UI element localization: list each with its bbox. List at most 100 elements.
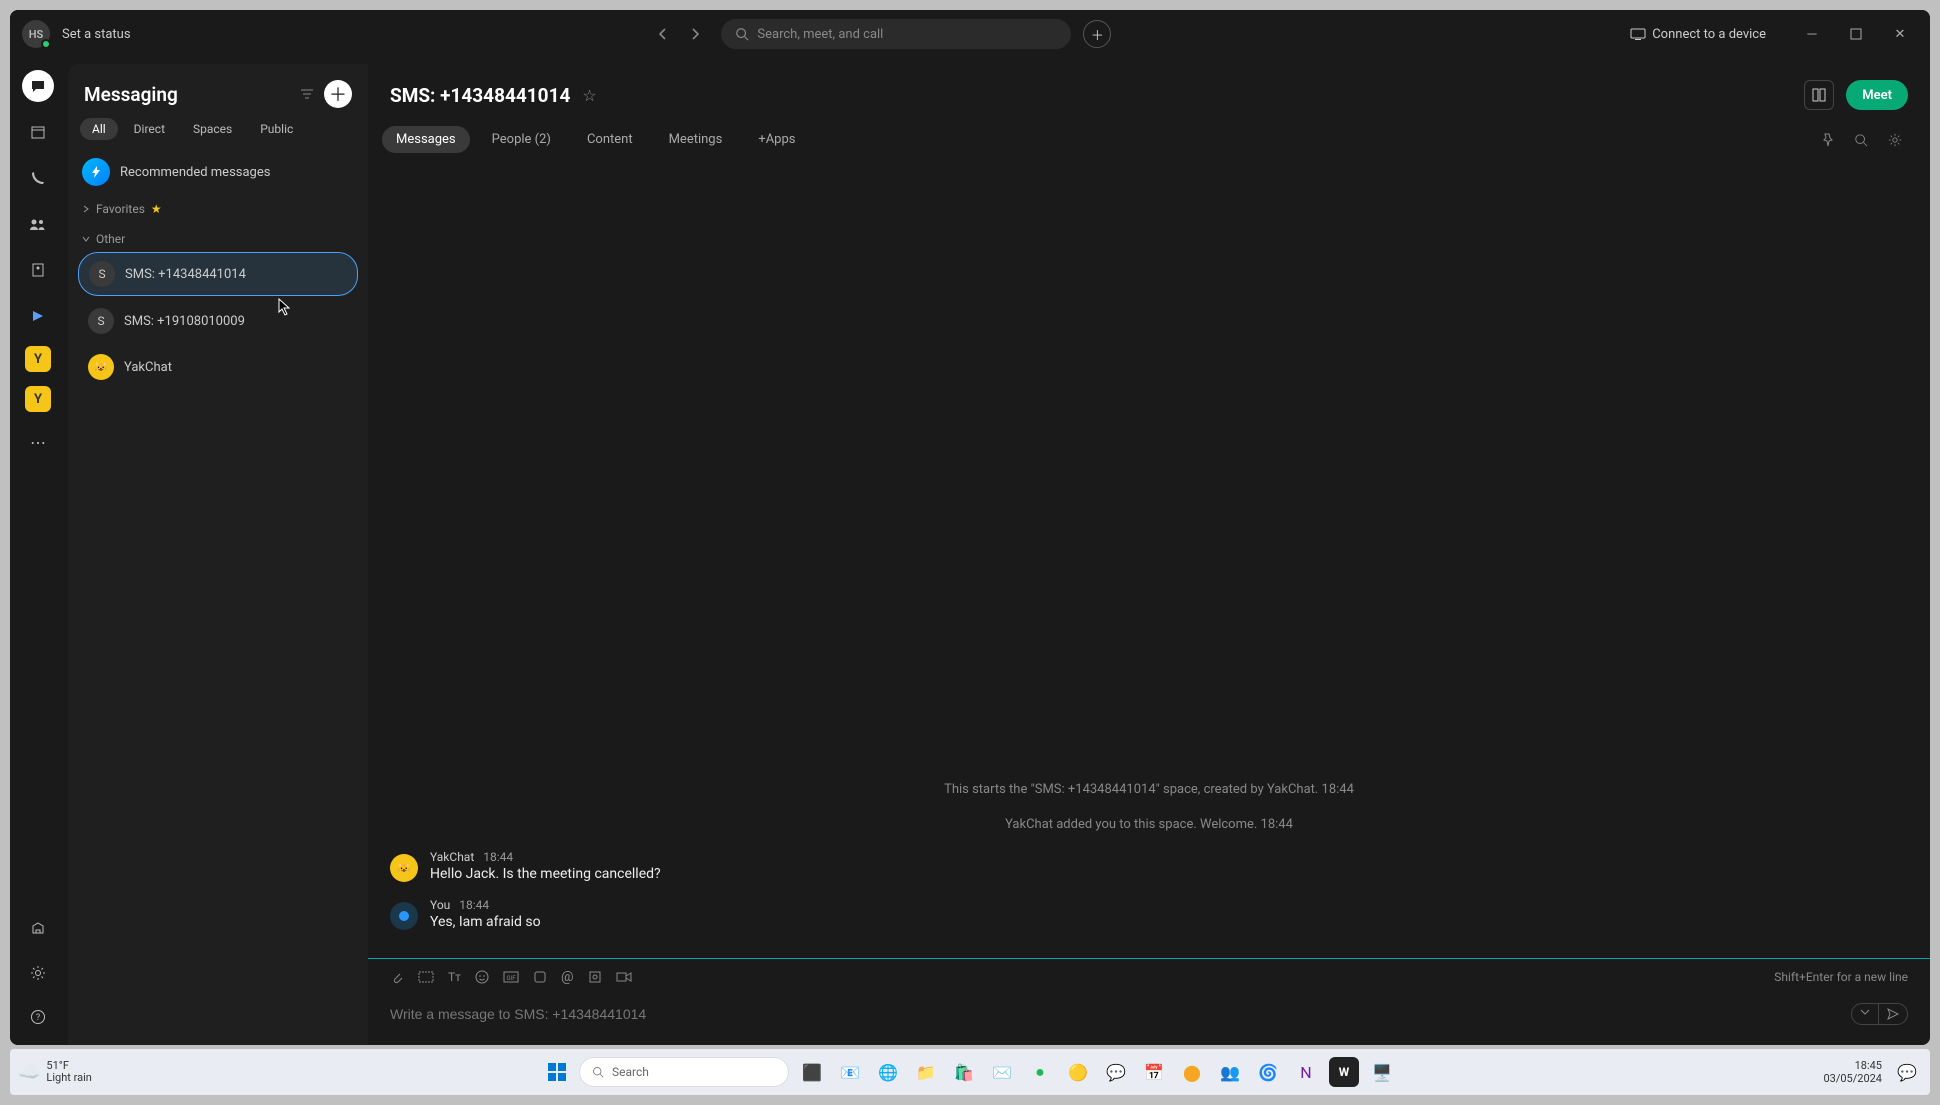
tab-meetings[interactable]: Meetings [655, 126, 737, 153]
filter-button[interactable] [300, 88, 314, 100]
personal-room-icon[interactable] [588, 970, 602, 984]
taskbar-calendar-icon[interactable]: 📅 [1139, 1057, 1169, 1087]
send-button[interactable] [1878, 1004, 1907, 1024]
sidebar-tab-spaces[interactable]: Spaces [181, 118, 244, 140]
search-icon [735, 27, 749, 41]
space-settings-icon[interactable] [1882, 129, 1908, 151]
user-avatar[interactable]: HS [22, 20, 50, 48]
set-status-link[interactable]: Set a status [62, 27, 131, 42]
taskbar-clock[interactable]: 18:45 03/05/2024 [1823, 1059, 1882, 1085]
section-other[interactable]: Other [68, 222, 368, 252]
new-message-button[interactable]: ＋ [324, 80, 352, 108]
rail-more-icon[interactable]: ⋯ [22, 426, 54, 458]
meet-button[interactable]: Meet [1846, 80, 1908, 110]
video-icon[interactable] [616, 971, 632, 983]
taskbar-outlook-icon[interactable]: 📧 [835, 1057, 865, 1087]
taskbar-whatsapp-icon[interactable]: 💬 [1101, 1057, 1131, 1087]
tab-people[interactable]: People (2) [478, 126, 565, 153]
conversation-avatar: S [88, 308, 114, 334]
gif-icon[interactable]: GIF [503, 971, 519, 983]
windows-logo-icon [548, 1063, 566, 1081]
pin-icon[interactable] [1814, 129, 1840, 151]
message-sender: YakChat [430, 850, 474, 864]
taskbar-monitor-icon[interactable]: 🖥️ [1367, 1057, 1397, 1087]
sidebar-tab-public[interactable]: Public [248, 118, 305, 140]
minimize-button[interactable]: ─ [1794, 20, 1830, 48]
mention-icon[interactable]: @ [561, 969, 574, 985]
rail-yakchat-app-icon[interactable]: Y [25, 346, 51, 372]
global-search-input[interactable]: Search, meet, and call [721, 19, 1071, 49]
avatar-initials: HS [29, 28, 44, 41]
rail-settings-icon[interactable] [22, 957, 54, 989]
conversation-item[interactable]: S SMS: +14348441014 [78, 252, 358, 296]
rail-vidcast-icon[interactable] [22, 300, 54, 332]
clock-time: 18:45 [1823, 1059, 1882, 1072]
taskbar-spotify-icon[interactable]: ● [1025, 1057, 1055, 1087]
new-action-button[interactable]: ＋ [1083, 20, 1111, 48]
window-controls: ─ ✕ [1794, 20, 1918, 48]
sidebar-tab-direct[interactable]: Direct [122, 118, 177, 140]
taskbar-chrome-icon[interactable]: 🟡 [1063, 1057, 1093, 1087]
conversation-item[interactable]: 😺 YakChat [78, 346, 358, 388]
composer: Tт GIF @ Shift+Enter for a new line [368, 958, 1930, 1045]
attach-icon[interactable] [390, 970, 404, 984]
connect-device-button[interactable]: Connect to a device [1630, 27, 1766, 42]
taskbar-teams-icon[interactable]: 👥 [1215, 1057, 1245, 1087]
message-text: Hello Jack. Is the meeting cancelled? [430, 866, 661, 882]
message-time: 18:44 [459, 898, 489, 912]
rail-teams-icon[interactable] [22, 208, 54, 240]
maximize-button[interactable] [1838, 20, 1874, 48]
main-panel: SMS: +14348441014 ☆ Meet Messages People… [368, 64, 1930, 1045]
system-message: This starts the "SMS: +14348441014" spac… [390, 782, 1908, 797]
rail-messaging-icon[interactable] [22, 70, 54, 102]
tab-messages[interactable]: Messages [382, 126, 470, 153]
taskbar-onenote-icon[interactable]: N [1291, 1057, 1321, 1087]
taskbar-search[interactable]: Search [579, 1057, 789, 1087]
titlebar: HS Set a status Search, meet, and call ＋ [10, 10, 1930, 58]
star-icon: ★ [151, 202, 162, 216]
tab-apps[interactable]: +Apps [744, 126, 809, 153]
taskbar-app1-icon[interactable]: ⬤ [1177, 1057, 1207, 1087]
search-placeholder: Search, meet, and call [757, 27, 883, 42]
bitmoji-icon[interactable] [533, 970, 547, 984]
tab-content[interactable]: Content [573, 126, 647, 153]
taskbar-edge2-icon[interactable]: 🌀 [1253, 1057, 1283, 1087]
nav-forward-button[interactable] [681, 20, 709, 48]
screen-capture-icon[interactable] [418, 971, 434, 983]
conversation-item[interactable]: S SMS: +19108010009 [78, 300, 358, 342]
message-sender: You [430, 898, 450, 912]
chat-tabs: Messages People (2) Content Meetings +Ap… [368, 114, 1930, 168]
taskbar-explorer-icon[interactable]: 📁 [911, 1057, 941, 1087]
chat-title: SMS: +14348441014 [390, 84, 570, 107]
recommended-messages-button[interactable]: Recommended messages [68, 152, 368, 192]
rail-help-icon[interactable]: ? [22, 1001, 54, 1033]
message-input[interactable] [390, 1006, 1841, 1022]
format-text-icon[interactable]: Tт [448, 970, 461, 984]
taskbar-mail-icon[interactable]: ✉️ [987, 1057, 1017, 1087]
section-favorites[interactable]: Favorites ★ [68, 192, 368, 222]
message-text: Yes, Iam afraid so [430, 914, 541, 930]
taskbar-task-view-icon[interactable]: ⬛ [797, 1057, 827, 1087]
message-avatar-you [390, 902, 418, 930]
send-options-button[interactable] [1852, 1004, 1878, 1024]
nav-back-button[interactable] [649, 20, 677, 48]
rail-whats-new-icon[interactable] [22, 913, 54, 945]
taskbar-webex-icon[interactable]: W [1329, 1057, 1359, 1087]
taskbar-weather[interactable]: ☁️ 51°F Light rain [18, 1060, 92, 1084]
presence-indicator-icon [41, 39, 51, 49]
search-in-space-icon[interactable] [1848, 129, 1874, 151]
close-button[interactable]: ✕ [1882, 20, 1918, 48]
meet-label: Meet [1862, 88, 1892, 103]
rail-calendar-icon[interactable] [22, 116, 54, 148]
emoji-icon[interactable] [475, 970, 489, 984]
start-button[interactable] [543, 1058, 571, 1086]
taskbar-edge-icon[interactable]: 🌐 [873, 1057, 903, 1087]
sidebar-tab-all[interactable]: All [80, 118, 118, 140]
favorite-star-button[interactable]: ☆ [582, 86, 596, 105]
taskbar-store-icon[interactable]: 🛍️ [949, 1057, 979, 1087]
view-toggle-button[interactable] [1804, 80, 1834, 110]
rail-yakchat-app2-icon[interactable]: Y [25, 386, 51, 412]
rail-contacts-icon[interactable] [22, 254, 54, 286]
taskbar-notifications-icon[interactable]: 💬 [1892, 1057, 1922, 1087]
rail-calling-icon[interactable] [22, 162, 54, 194]
